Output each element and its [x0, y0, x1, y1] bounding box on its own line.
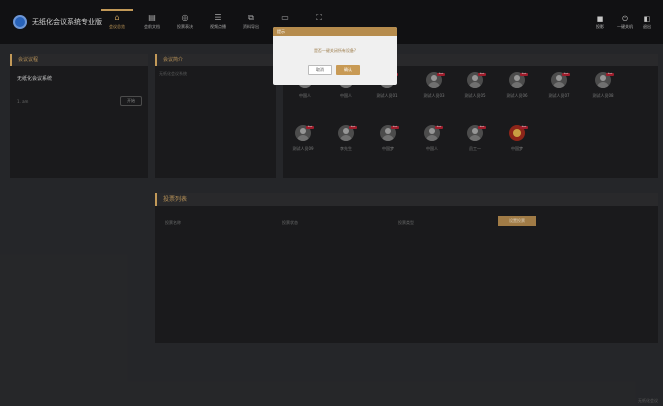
confirm-dialog: 提示 是否一键关闭所有设备? 取消 确认 — [273, 27, 397, 85]
dialog-message: 是否一键关闭所有设备? — [313, 48, 357, 53]
cancel-button[interactable]: 取消 — [308, 65, 332, 75]
confirm-button[interactable]: 确认 — [336, 65, 360, 75]
dialog-title: 提示 — [273, 27, 397, 36]
